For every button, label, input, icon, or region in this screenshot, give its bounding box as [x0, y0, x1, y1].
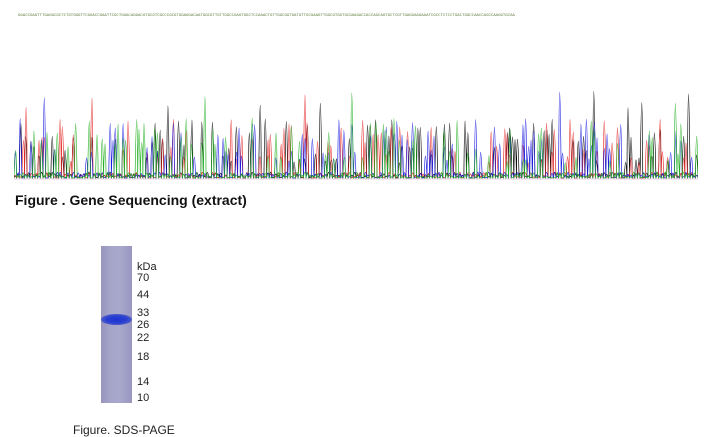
mw-marker-label: 18 — [137, 351, 150, 363]
figure-caption-sds-page: Figure. SDS-PAGE — [73, 423, 175, 437]
chromatogram-trace — [14, 92, 698, 179]
mw-marker-label: 44 — [137, 289, 150, 301]
sequence-text: GGACCGAGTTTGAGGCGCTCTGTGGGTTCGGACCGAATTC… — [18, 14, 515, 18]
sds-page-band — [101, 314, 132, 325]
figure-caption-sequencing: Figure . Gene Sequencing (extract) — [15, 192, 247, 208]
mw-marker-label: 14 — [137, 376, 150, 388]
mw-marker-label: 70 — [137, 272, 150, 284]
mw-marker-label: 33 — [137, 307, 150, 319]
mw-marker-label: 26 — [137, 319, 150, 331]
mw-marker-label: 22 — [137, 332, 150, 344]
mw-marker-label: 10 — [137, 392, 150, 404]
sequencing-chromatogram — [14, 91, 698, 180]
